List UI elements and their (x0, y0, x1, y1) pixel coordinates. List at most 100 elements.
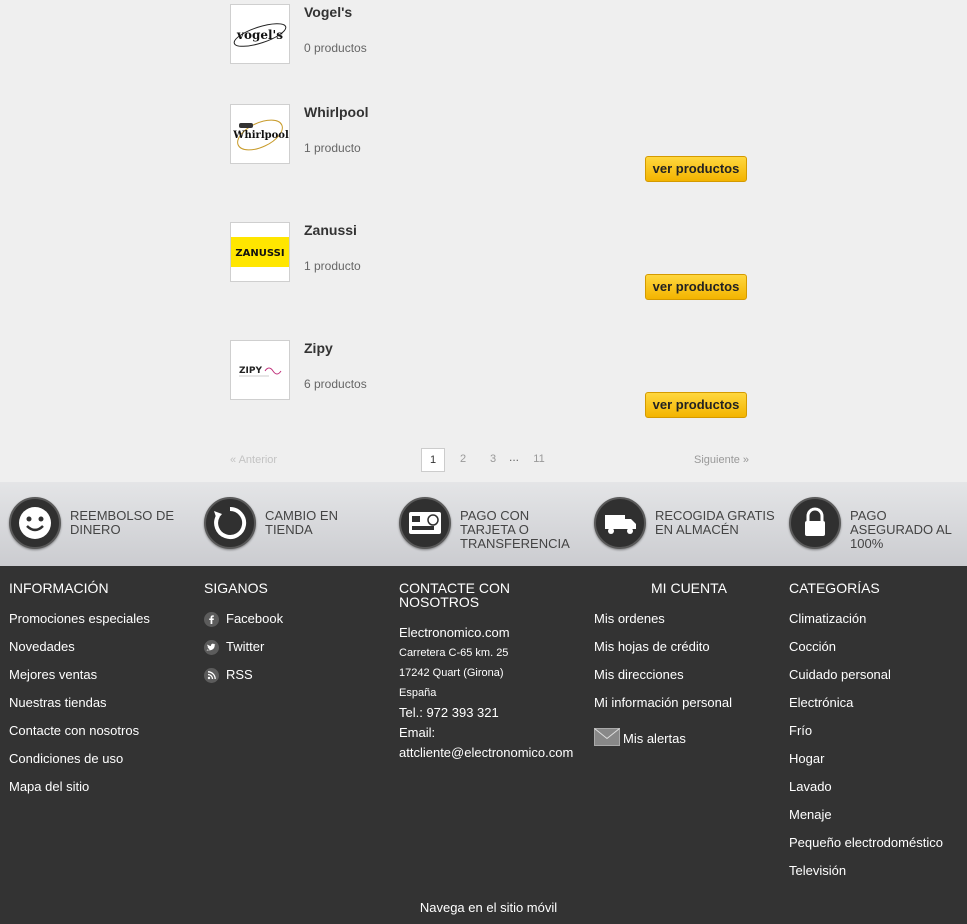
brand-name[interactable]: Vogel's (304, 4, 352, 20)
contact-email[interactable]: attcliente@electronomico.com (399, 743, 589, 763)
zipy-logo: ZIPY (239, 366, 282, 377)
whirlpool-logo: Whirlpool (232, 119, 289, 151)
brand-name[interactable]: Zipy (304, 340, 333, 356)
smiley-icon (9, 497, 61, 549)
category-link[interactable]: Televisión (789, 864, 967, 892)
facebook-icon (204, 612, 219, 627)
mobile-site-link[interactable]: Navega en el sitio móvil (0, 900, 967, 915)
truck-icon (594, 497, 646, 549)
benefit-secure: PAGO ASEGURADO AL 100% (780, 482, 967, 566)
footer-link[interactable]: Contacte con nosotros (9, 724, 199, 752)
category-link[interactable]: Pequeño electrodoméstico (789, 836, 967, 864)
brand-logo[interactable]: vogel's (230, 4, 290, 64)
mail-icon (594, 728, 620, 746)
footer-link[interactable]: Mejores ventas (9, 668, 199, 696)
brand-count: 0 productos (304, 41, 367, 55)
lock-icon (789, 497, 841, 549)
pagination-page[interactable]: 3 (481, 448, 505, 472)
footer-link[interactable]: Novedades (9, 640, 199, 668)
social-link-facebook[interactable]: Facebook (204, 612, 394, 640)
category-link[interactable]: Cocción (789, 640, 967, 668)
account-link[interactable]: Mis ordenes (594, 612, 784, 640)
social-label: RSS (226, 667, 253, 682)
footer-link[interactable]: Mapa del sitio (9, 780, 199, 808)
ver-productos-button[interactable]: ver productos (645, 274, 747, 300)
footer-categories: CATEGORÍAS Climatización Cocción Cuidado… (789, 581, 967, 892)
pagination-page[interactable]: 11 (527, 448, 551, 472)
benefit-exchange: CAMBIO EN TIENDA (195, 482, 390, 566)
brand-logo[interactable]: ZANUSSI (230, 222, 290, 282)
social-label: Facebook (226, 611, 284, 626)
footer-contact: CONTACTE CON NOSOTROS Electronomico.com … (399, 581, 589, 763)
account-link[interactable]: Mis hojas de crédito (594, 640, 784, 668)
footer-heading: INFORMACIÓN (9, 580, 109, 596)
benefit-refund: REEMBOLSO DE DINERO (0, 482, 195, 566)
pagination: « Anterior 1 2 3 ... 11 Siguiente » (0, 446, 967, 472)
brand-logo[interactable]: ZIPY (230, 340, 290, 400)
rss-icon (204, 668, 219, 683)
account-alerts-link[interactable]: Mis alertas (594, 718, 784, 746)
svg-text:ZIPY: ZIPY (239, 366, 262, 376)
social-label: Twitter (226, 639, 265, 654)
footer-link[interactable]: Promociones especiales (9, 612, 199, 640)
brand-count: 1 producto (304, 141, 361, 155)
pagination-prev: « Anterior (230, 454, 278, 466)
footer-link[interactable]: Condiciones de uso (9, 752, 199, 780)
category-link[interactable]: Climatización (789, 612, 967, 640)
footer-account: MI CUENTA Mis ordenes Mis hojas de crédi… (594, 581, 784, 746)
category-link[interactable]: Electrónica (789, 696, 967, 724)
pagination-page[interactable]: 2 (451, 448, 475, 472)
benefit-text: RECOGIDA GRATIS EN ALMACÉN (655, 508, 775, 537)
benefit-pickup: RECOGIDA GRATIS EN ALMACÉN (585, 482, 780, 566)
ver-productos-button[interactable]: ver productos (645, 156, 747, 182)
social-link-twitter[interactable]: Twitter (204, 640, 394, 668)
footer-link[interactable]: Nuestras tiendas (9, 696, 199, 724)
card-icon (399, 497, 451, 549)
vogels-logo: vogel's (233, 23, 287, 47)
contact-address: Carretera C-65 km. 25 (399, 647, 509, 659)
benefit-text: CAMBIO EN TIENDA (265, 508, 338, 537)
social-link-rss[interactable]: RSS (204, 668, 394, 696)
brand-count: 1 producto (304, 259, 361, 273)
refresh-icon (204, 497, 256, 549)
brand-item: ZIPY Zipy 6 productos ver productos (230, 340, 748, 418)
footer-heading: SIGANOS (204, 580, 268, 596)
category-link[interactable]: Lavado (789, 780, 967, 808)
svg-text:ZANUSSI: ZANUSSI (235, 248, 284, 259)
contact-company[interactable]: Electronomico.com (399, 623, 589, 643)
brand-item: Whirlpool Whirlpool 1 producto ver produ… (230, 104, 748, 182)
brand-count: 6 productos (304, 377, 367, 391)
benefit-text: PAGO CON TARJETA O TRANSFERENCIA (460, 508, 570, 551)
footer-info: INFORMACIÓN Promociones especiales Noved… (9, 581, 199, 808)
footer-heading: CONTACTE CON NOSOTROS (399, 580, 510, 610)
svg-text:vogel's: vogel's (236, 28, 283, 42)
footer-heading: CATEGORÍAS (789, 580, 880, 596)
account-alerts-label: Mis alertas (623, 731, 686, 746)
account-link[interactable]: Mis direcciones (594, 668, 784, 696)
svg-text:Whirlpool: Whirlpool (232, 130, 289, 141)
pagination-next[interactable]: Siguiente » (694, 454, 749, 466)
ver-productos-button[interactable]: ver productos (645, 392, 747, 418)
benefit-text: REEMBOLSO DE DINERO (70, 508, 175, 537)
brand-logo[interactable]: Whirlpool (230, 104, 290, 164)
contact-address: 17242 Quart (Girona) (399, 667, 504, 679)
brand-name[interactable]: Zanussi (304, 222, 357, 238)
contact-email-label: Email: (399, 725, 436, 740)
brand-list: vogel's Vogel's 0 productos Whirlpool Wh… (0, 0, 967, 482)
zanussi-logo: ZANUSSI (231, 237, 289, 267)
benefits-band: REEMBOLSO DE DINERO CAMBIO EN TIENDA PAG… (0, 482, 967, 566)
benefit-text: PAGO ASEGURADO AL 100% (850, 508, 952, 551)
benefit-payment: PAGO CON TARJETA O TRANSFERENCIA (390, 482, 585, 566)
contact-phone: Tel.: 972 393 321 (399, 705, 499, 720)
brand-item: vogel's Vogel's 0 productos (230, 4, 748, 66)
pagination-page[interactable]: 1 (421, 448, 445, 472)
footer-social: SIGANOS Facebook Twitter RSS (204, 581, 394, 696)
category-link[interactable]: Cuidado personal (789, 668, 967, 696)
brand-item: ZANUSSI Zanussi 1 producto ver productos (230, 222, 748, 300)
category-link[interactable]: Menaje (789, 808, 967, 836)
category-link[interactable]: Hogar (789, 752, 967, 780)
footer: INFORMACIÓN Promociones especiales Noved… (0, 566, 967, 924)
brand-name[interactable]: Whirlpool (304, 104, 369, 120)
pagination-ellipsis: ... (509, 450, 520, 464)
category-link[interactable]: Frío (789, 724, 967, 752)
